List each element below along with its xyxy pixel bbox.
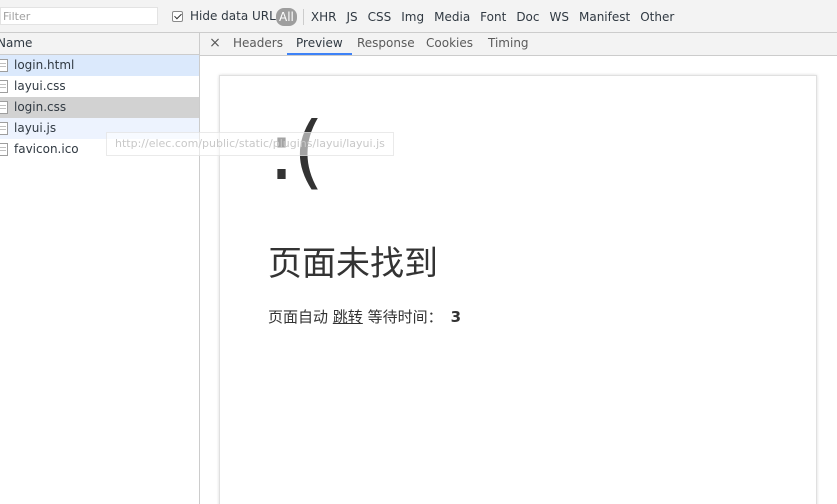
url-tooltip: http://elec.com/public/static/plugins/la… xyxy=(106,132,394,156)
request-name: layui.css xyxy=(14,79,66,93)
request-name: layui.js xyxy=(14,121,57,135)
request-detail-panel: × Headers Preview Response Cookies Timin… xyxy=(200,33,837,504)
redirect-suffix: 等待时间： xyxy=(367,308,443,326)
document-icon xyxy=(0,101,8,114)
request-name: favicon.ico xyxy=(14,142,79,156)
document-icon xyxy=(0,143,8,156)
redirect-link[interactable]: 跳转 xyxy=(333,308,363,326)
type-filter-font[interactable]: Font xyxy=(480,10,506,24)
type-filter-js[interactable]: JS xyxy=(346,10,357,24)
request-row-login-html[interactable]: login.html xyxy=(0,55,199,76)
request-list: Name login.html layui.css login.css layu… xyxy=(0,33,200,504)
request-row-login-css[interactable]: login.css xyxy=(0,97,199,118)
hide-data-urls-checkbox[interactable] xyxy=(172,10,183,22)
tab-headers[interactable]: Headers xyxy=(233,33,283,55)
type-filter-manifest[interactable]: Manifest xyxy=(579,10,630,24)
type-filter-css[interactable]: CSS xyxy=(368,10,392,24)
type-filter-xhr[interactable]: XHR xyxy=(311,10,337,24)
devtools-network-panel: Hide data URLs All XHR JS CSS Img Media … xyxy=(0,0,837,504)
request-name: login.css xyxy=(14,100,67,114)
request-name: login.html xyxy=(14,58,75,72)
type-filter-divider xyxy=(302,9,304,25)
resource-type-filters: All XHR JS CSS Img Media Font Doc WS Man… xyxy=(276,7,684,27)
detail-tab-bar: × Headers Preview Response Cookies Timin… xyxy=(200,33,837,56)
redirect-prefix: 页面自动 xyxy=(268,308,329,326)
filter-bar: Hide data URLs All XHR JS CSS Img Media … xyxy=(0,0,837,33)
preview-area: :( 页面未找到 页面自动 跳转 等待时间：3 xyxy=(200,56,837,504)
document-icon xyxy=(0,59,8,72)
tab-response[interactable]: Response xyxy=(357,33,415,55)
document-icon xyxy=(0,80,8,93)
type-filter-img[interactable]: Img xyxy=(401,10,424,24)
page-title: 页面未找到 xyxy=(268,244,438,284)
document-icon xyxy=(0,122,8,135)
request-row-layui-css[interactable]: layui.css xyxy=(0,76,199,97)
close-icon[interactable]: × xyxy=(208,35,222,51)
type-filter-other[interactable]: Other xyxy=(640,10,674,24)
hide-data-urls-toggle[interactable]: Hide data URLs xyxy=(172,9,282,23)
filter-input[interactable] xyxy=(0,7,158,25)
type-filter-ws[interactable]: WS xyxy=(550,10,569,24)
countdown-value: 3 xyxy=(450,308,462,326)
tab-cookies[interactable]: Cookies xyxy=(426,33,473,55)
type-filter-all[interactable]: All xyxy=(276,8,297,26)
tab-preview[interactable]: Preview xyxy=(287,33,352,55)
type-filter-doc[interactable]: Doc xyxy=(516,10,539,24)
name-column-header[interactable]: Name xyxy=(0,33,199,55)
tab-timing[interactable]: Timing xyxy=(488,33,529,55)
redirect-message: 页面自动 跳转 等待时间： 3 xyxy=(268,306,461,328)
hide-data-urls-label: Hide data URLs xyxy=(190,9,283,23)
type-filter-media[interactable]: Media xyxy=(434,10,470,24)
